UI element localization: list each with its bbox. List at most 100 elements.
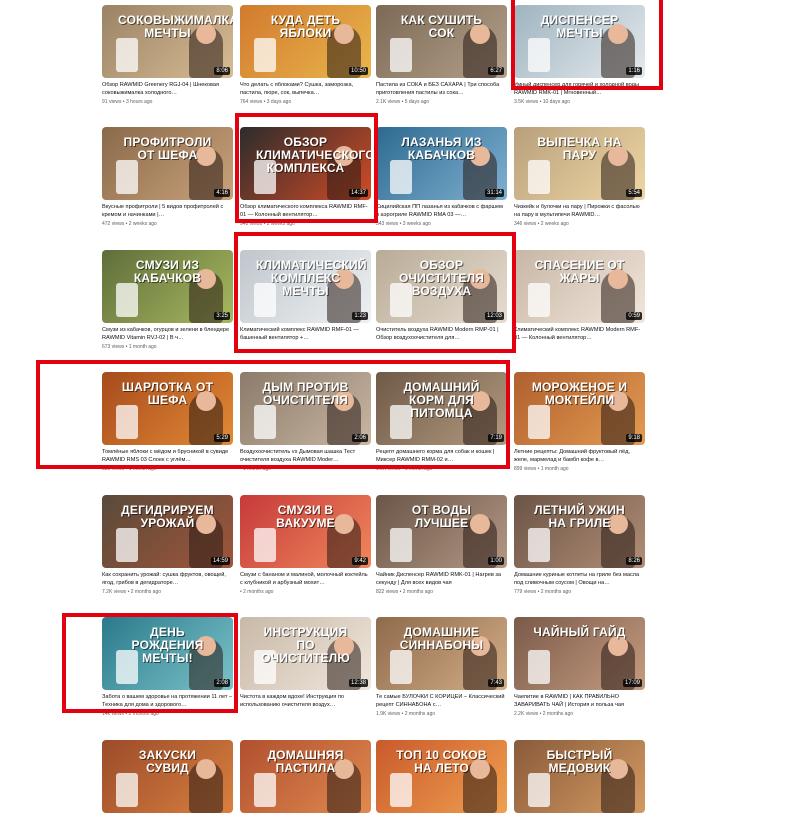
video-thumbnail[interactable]: МОРОЖЕНОЕ И МОКТЕЙЛИ 9:18 (514, 372, 645, 445)
product-image (528, 160, 550, 194)
video-title[interactable]: Что делать с яблоками? Сушка, заморозка,… (240, 82, 371, 97)
video-card[interactable]: ЛЕТНИЙ УЖИН НА ГРИЛЕ 8:26 Домашние курин… (514, 495, 645, 595)
upload-age: 2 weeks ago (128, 221, 157, 227)
upload-age: 3 weeks ago (402, 221, 431, 227)
video-title[interactable]: Пастила из СОКА и БЕЗ САХАРА | Три спосо… (376, 82, 507, 97)
video-thumbnail[interactable]: КАК СУШИТЬ СОК 6:27 (376, 5, 507, 78)
product-image (116, 528, 138, 562)
video-title[interactable]: Домашние куриные котлеты на гриле без ма… (514, 572, 645, 587)
video-card[interactable]: ПРОФИТРОЛИ ОТ ШЕФА 4:16 Вкусные профитро… (102, 127, 233, 227)
video-title[interactable]: Сицилийская ПП лазанья из кабачков с фар… (376, 204, 507, 219)
video-thumbnail[interactable]: ТОП 10 СОКОВ НА ЛЕТО (376, 740, 507, 813)
video-card[interactable]: ТОП 10 СОКОВ НА ЛЕТО • (376, 740, 507, 840)
view-count: 764 views (240, 99, 263, 105)
video-title[interactable]: Климатический комплекс RAWMID Modern RMF… (514, 327, 645, 342)
thumbnail-title: ИНСТРУКЦИЯ ПО ОЧИСТИТЕЛЮ (261, 625, 350, 665)
product-image (528, 650, 550, 684)
upload-age: 5 days ago (404, 99, 430, 105)
video-card[interactable]: МОРОЖЕНОЕ И МОКТЕЙЛИ 9:18 Летние рецепты… (514, 372, 645, 472)
video-card[interactable]: КУДА ДЕТЬ ЯБЛОКИ 10:50 Что делать с ябло… (240, 5, 371, 105)
product-image (254, 38, 276, 72)
video-thumbnail[interactable]: КУДА ДЕТЬ ЯБЛОКИ 10:50 (240, 5, 371, 78)
video-title[interactable]: Чаепитие в RAWMID | КАК ПРАВИЛЬНО ЗАВАРИ… (514, 694, 645, 709)
video-title[interactable] (102, 817, 233, 832)
video-stats: 3.5K views • 10 days ago (514, 99, 645, 105)
video-thumbnail[interactable]: ОТ ВОДЫ ЛУЧШЕЕ 1:00 (376, 495, 507, 568)
video-duration: 9:18 (626, 434, 642, 442)
video-card[interactable]: ДЕГИДРИРУЕМ УРОЖАЙ 14:59 Как сохранить у… (102, 495, 233, 595)
video-card[interactable]: ОТ ВОДЫ ЛУЧШЕЕ 1:00 Чайник Диспенсер RAW… (376, 495, 507, 595)
video-title[interactable] (376, 817, 507, 832)
thumbnail-title: ТОП 10 СОКОВ НА ЛЕТО (396, 748, 487, 775)
upload-age: 1 month ago (540, 466, 569, 472)
video-card[interactable]: КАК СУШИТЬ СОК 6:27 Пастила из СОКА и БЕ… (376, 5, 507, 105)
upload-age: 2 months ago (404, 711, 436, 717)
video-thumbnail[interactable]: ДОМАШНЯЯ ПАСТИЛА (240, 740, 371, 813)
upload-age: 3 hours ago (125, 99, 153, 105)
video-thumbnail[interactable]: ЛАЗАНЬЯ ИЗ КАБАЧКОВ 31:14 (376, 127, 507, 200)
video-card[interactable]: СМУЗИ ИЗ КАБАЧКОВ 3:25 Смузи из кабачков… (102, 250, 233, 350)
video-thumbnail[interactable]: ИНСТРУКЦИЯ ПО ОЧИСТИТЕЛЮ 12:38 (240, 617, 371, 690)
video-title[interactable]: Те самые БУЛОЧКИ С КОРИЦЕЙ – Классически… (376, 694, 507, 709)
video-card[interactable]: ЧАЙНЫЙ ГАЙД 17:09 Чаепитие в RAWMID | КА… (514, 617, 645, 717)
video-title[interactable]: Обзор RAWMID Greenery RGJ-04 | Шнековая … (102, 82, 233, 97)
video-thumbnail[interactable]: ЧАЙНЫЙ ГАЙД 17:09 (514, 617, 645, 690)
video-card[interactable]: ДОМАШНЯЯ ПАСТИЛА • (240, 740, 371, 840)
video-card[interactable]: СМУЗИ В ВАКУУМЕ 9:42 Смузи с бананом и м… (240, 495, 371, 595)
thumbnail-title: МОРОЖЕНОЕ И МОКТЕЙЛИ (531, 380, 628, 407)
video-thumbnail[interactable]: ЛЕТНИЙ УЖИН НА ГРИЛЕ 8:26 (514, 495, 645, 568)
product-image (390, 38, 412, 72)
view-count: 779 views (514, 589, 537, 595)
thumbnail-title: ЛАЗАНЬЯ ИЗ КАБАЧКОВ (401, 135, 482, 162)
thumbnail-title: СПАСЕНИЕ ОТ ЖАРЫ (534, 258, 625, 285)
view-count: 7.2K views (102, 589, 127, 595)
video-title[interactable] (240, 817, 371, 832)
video-duration: 1:00 (488, 557, 504, 565)
video-title[interactable] (514, 817, 645, 832)
thumbnail-title: СОКОВЫЖИМАЛКА МЕЧТЫ (118, 13, 233, 40)
video-duration: 5:54 (626, 189, 642, 197)
video-stats: 2.2K views • 2 months ago (514, 711, 645, 717)
product-image (116, 160, 138, 194)
thumbnail-title: СМУЗИ ИЗ КАБАЧКОВ (133, 258, 202, 285)
video-title[interactable]: Летние рецепты: Домашний фруктовый лёд, … (514, 449, 645, 464)
video-thumbnail[interactable]: СМУЗИ ИЗ КАБАЧКОВ 3:25 (102, 250, 233, 323)
video-thumbnail[interactable]: СОКОВЫЖИМАЛКА МЕЧТЫ 8:06 (102, 5, 233, 78)
video-thumbnail[interactable]: БЫСТРЫЙ МЕДОВИК (514, 740, 645, 813)
video-thumbnail[interactable]: ЗАКУСКИ СУВИД (102, 740, 233, 813)
video-card[interactable]: ИНСТРУКЦИЯ ПО ОЧИСТИТЕЛЮ 12:38 Чистота в… (240, 617, 371, 717)
video-card[interactable]: ДОМАШНИЕ СИННАБОНЫ 7:43 Те самые БУЛОЧКИ… (376, 617, 507, 717)
video-stats: 779 views • 2 months ago (514, 589, 645, 595)
video-thumbnail[interactable]: СМУЗИ В ВАКУУМЕ 9:42 (240, 495, 371, 568)
video-title[interactable]: Чайник Диспенсер RAWMID RMK-01 | Нагрев … (376, 572, 507, 587)
video-title[interactable]: Смузи с бананом и малиной, молочный кокт… (240, 572, 371, 587)
video-thumbnail[interactable]: СПАСЕНИЕ ОТ ЖАРЫ 0:59 (514, 250, 645, 323)
video-stats: 91 views • 3 hours ago (102, 99, 233, 105)
video-thumbnail[interactable]: ПРОФИТРОЛИ ОТ ШЕФА 4:16 (102, 127, 233, 200)
video-card[interactable]: ЗАКУСКИ СУВИД • (102, 740, 233, 840)
upload-age: 2 months ago (130, 589, 162, 595)
highlight-box-climate-air (234, 232, 516, 353)
video-card[interactable]: СОКОВЫЖИМАЛКА МЕЧТЫ 8:06 Обзор RAWMID Gr… (102, 5, 233, 105)
video-title[interactable]: Вкусные профитроли | 5 видов профитролей… (102, 204, 233, 219)
video-card[interactable]: СПАСЕНИЕ ОТ ЖАРЫ 0:59 Климатический комп… (514, 250, 645, 350)
video-thumbnail[interactable]: ДЕГИДРИРУЕМ УРОЖАЙ 14:59 (102, 495, 233, 568)
thumbnail-title: БЫСТРЫЙ МЕДОВИК (546, 748, 613, 775)
thumbnail-title: ЧАЙНЫЙ ГАЙД (533, 625, 626, 639)
video-card[interactable]: ЛАЗАНЬЯ ИЗ КАБАЧКОВ 31:14 Сицилийская ПП… (376, 127, 507, 227)
view-count: 343 views (376, 221, 399, 227)
video-card[interactable]: ВЫПЕЧКА НА ПАРУ 5:54 Чизкейк и булочки н… (514, 127, 645, 227)
video-card[interactable]: БЫСТРЫЙ МЕДОВИК • (514, 740, 645, 840)
video-thumbnail[interactable]: ДОМАШНИЕ СИННАБОНЫ 7:43 (376, 617, 507, 690)
video-title[interactable]: Чистота в каждом вдохе! Инструкция по ис… (240, 694, 371, 709)
video-thumbnail[interactable]: ВЫПЕЧКА НА ПАРУ 5:54 (514, 127, 645, 200)
product-image (528, 528, 550, 562)
video-title[interactable]: Как сохранить урожай: сушка фруктов, ово… (102, 572, 233, 587)
video-title[interactable]: Смузи из кабачков, огурцов и зелени в бл… (102, 327, 233, 342)
video-duration: 8:06 (214, 67, 230, 75)
video-duration: 4:16 (214, 189, 230, 197)
thumbnail-title: КУДА ДЕТЬ ЯБЛОКИ (270, 13, 341, 40)
product-image (116, 283, 138, 317)
view-count: 2.2K views (514, 711, 539, 717)
video-title[interactable]: Чизкейк и булочки на пару | Пирожки с фа… (514, 204, 645, 219)
